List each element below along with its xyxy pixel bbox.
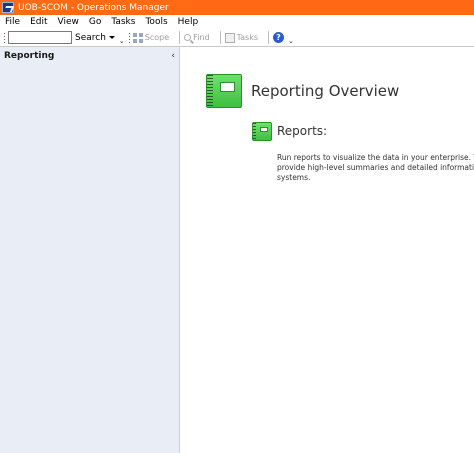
toolbar-grip-icon[interactable] <box>127 31 131 44</box>
page-title: Reporting Overview <box>251 82 400 100</box>
menu-help[interactable]: Help <box>173 15 204 29</box>
find-icon <box>184 34 192 41</box>
reports-description-line: Run reports to visualize the data in you… <box>277 153 474 162</box>
toolbar-separator <box>268 31 269 44</box>
reports-description-line: provide high-level summaries and detaile… <box>277 163 474 172</box>
navigation-pane: Reporting ‹ <box>0 47 180 453</box>
operations-manager-app-icon <box>2 2 14 13</box>
toolbar: Search ⌄ Scope Find Tasks ? ⌄ <box>0 29 474 47</box>
menu-view[interactable]: View <box>53 15 84 29</box>
toolbar-overflow-icon[interactable]: ⌄ <box>288 37 294 45</box>
search-button-label: Search <box>75 32 106 43</box>
tasks-button[interactable]: Tasks <box>224 32 258 43</box>
toolbar-grip-icon[interactable] <box>3 31 6 44</box>
menu-edit[interactable]: Edit <box>25 15 52 29</box>
reports-section-title: Reports: <box>277 124 328 138</box>
title-bar: UOB-SCOM - Operations Manager <box>0 0 474 15</box>
menu-tasks[interactable]: Tasks <box>106 15 140 29</box>
toolbar-separator <box>219 31 221 44</box>
menu-file[interactable]: File <box>0 15 25 29</box>
report-book-icon <box>206 74 242 108</box>
search-input[interactable] <box>8 31 72 44</box>
find-button[interactable]: Find <box>184 33 210 42</box>
help-icon[interactable]: ? <box>273 32 284 43</box>
reports-book-icon <box>252 122 272 141</box>
scope-icon <box>132 32 143 43</box>
menu-bar: File Edit View Go Tasks Tools Help <box>0 15 474 29</box>
find-label: Find <box>193 33 210 42</box>
search-button[interactable]: Search <box>75 33 115 43</box>
tasks-icon <box>224 32 235 43</box>
toolbar-overflow-icon[interactable]: ⌄ <box>119 37 125 45</box>
reports-description-line: systems. <box>277 173 311 182</box>
toolbar-separator <box>179 31 181 44</box>
window-title: UOB-SCOM - Operations Manager <box>18 2 169 13</box>
navigation-pane-header: Reporting ‹ <box>0 47 179 65</box>
menu-tools[interactable]: Tools <box>140 15 172 29</box>
menu-go[interactable]: Go <box>84 15 106 29</box>
collapse-pane-button[interactable]: ‹ <box>171 51 175 61</box>
reports-description: Run reports to visualize the data in you… <box>277 153 474 183</box>
scope-button[interactable]: Scope <box>132 32 170 43</box>
scope-label: Scope <box>144 33 170 42</box>
tasks-label: Tasks <box>236 33 258 42</box>
results-pane: Reporting Overview Reports: Run reports … <box>181 47 474 453</box>
navigation-pane-title: Reporting <box>4 51 55 61</box>
search-dropdown-arrow-icon <box>108 36 115 39</box>
